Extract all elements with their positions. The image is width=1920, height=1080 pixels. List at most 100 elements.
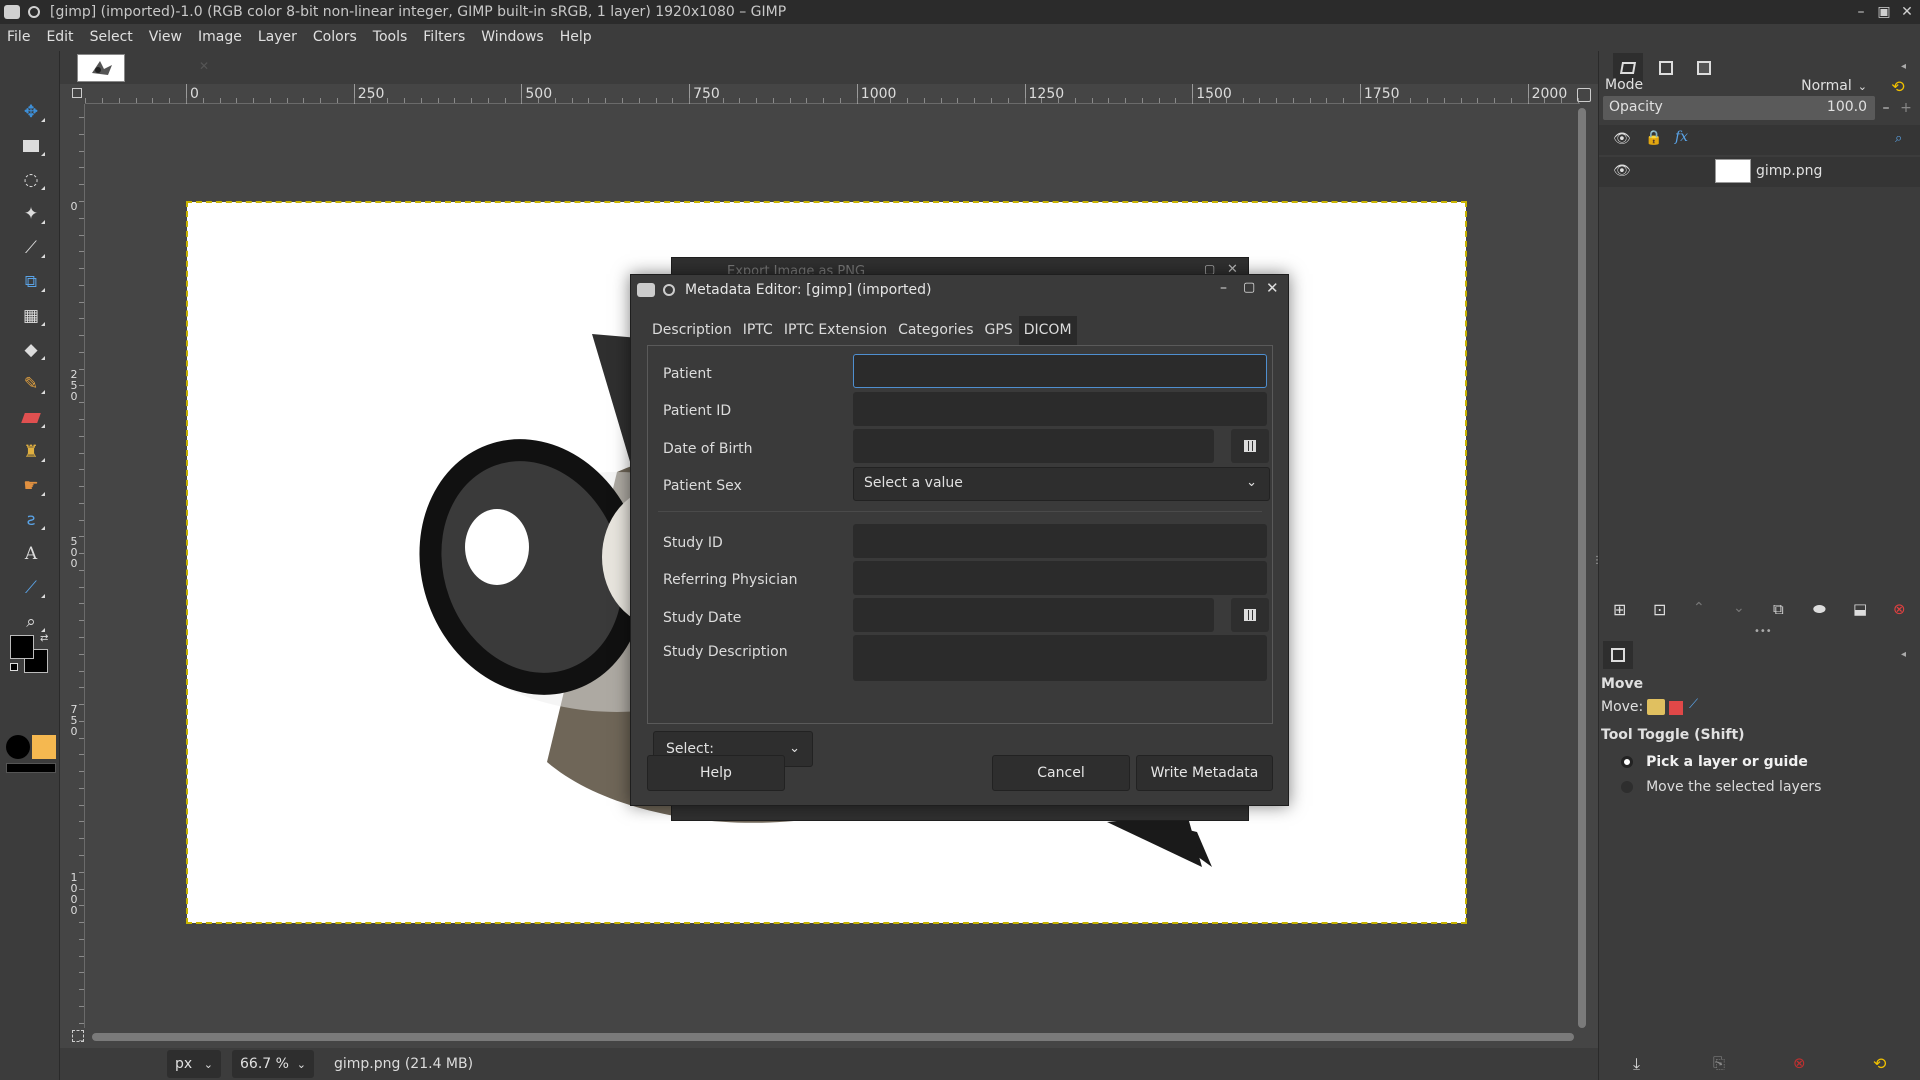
- menu-image[interactable]: Image: [190, 24, 250, 51]
- dialog-minimize-button[interactable]: –: [1220, 280, 1227, 296]
- save-options-icon[interactable]: ⤓: [1633, 1054, 1640, 1074]
- menu-file[interactable]: File: [0, 24, 38, 51]
- paths-tool[interactable]: ƨ: [14, 505, 48, 535]
- move-layer-icon[interactable]: [1647, 699, 1665, 715]
- unit-combo[interactable]: px ⌄: [167, 1050, 221, 1078]
- rect-select-tool[interactable]: [14, 131, 48, 161]
- menu-filters[interactable]: Filters: [415, 24, 473, 51]
- pin-icon[interactable]: [28, 6, 40, 18]
- transform-tool[interactable]: ⧉: [14, 267, 48, 297]
- move-path-icon[interactable]: ⟋: [1689, 697, 1698, 712]
- close-button[interactable]: ✕: [1896, 0, 1918, 24]
- quick-mask-icon[interactable]: [72, 1030, 84, 1042]
- menu-view[interactable]: View: [141, 24, 190, 51]
- layer-search-icon[interactable]: ⌕: [1895, 131, 1902, 146]
- cancel-button[interactable]: Cancel: [992, 755, 1130, 791]
- layer-visibility-icon[interactable]: 👁: [1613, 163, 1631, 179]
- patient-sex-select[interactable]: Select a value ⌄: [853, 467, 1270, 501]
- channels-tab[interactable]: [1651, 53, 1681, 83]
- help-button[interactable]: Help: [647, 755, 785, 791]
- swap-colors-icon[interactable]: ⇄: [40, 633, 48, 644]
- maximize-button[interactable]: ▣: [1873, 0, 1895, 24]
- dock-menu-icon[interactable]: ◂: [1901, 61, 1906, 72]
- radio-pick-layer[interactable]: Pick a layer or guide: [1621, 751, 1808, 770]
- new-group-icon[interactable]: ⊡: [1653, 600, 1666, 619]
- study-date-calendar-button[interactable]: [1231, 598, 1269, 632]
- paths-tab[interactable]: [1689, 53, 1719, 83]
- pattern-preview[interactable]: [32, 735, 56, 759]
- dob-calendar-button[interactable]: [1231, 429, 1269, 463]
- zoom-combo[interactable]: 66.7 % ⌄: [232, 1050, 314, 1078]
- tool-options-tab[interactable]: [1603, 641, 1633, 669]
- anchor-layer-icon[interactable]: ⬬: [1813, 600, 1826, 618]
- menu-layer[interactable]: Layer: [250, 24, 305, 51]
- study-date-input[interactable]: [853, 598, 1214, 632]
- gradient-preview[interactable]: [6, 763, 56, 773]
- opacity-plus-button[interactable]: +: [1897, 96, 1915, 120]
- paintbrush-tool[interactable]: ✎: [14, 369, 48, 399]
- text-tool[interactable]: A: [14, 539, 48, 569]
- raise-layer-icon[interactable]: ⌃: [1693, 600, 1705, 616]
- horizontal-scrollbar[interactable]: [92, 1033, 1574, 1041]
- menu-windows[interactable]: Windows: [473, 24, 552, 51]
- ruler-corner[interactable]: [68, 84, 85, 104]
- lock-icon[interactable]: 🔒: [1645, 130, 1662, 146]
- lower-layer-icon[interactable]: ⌄: [1733, 600, 1745, 616]
- crop-tool[interactable]: ⟋: [14, 233, 48, 263]
- menu-colors[interactable]: Colors: [305, 24, 365, 51]
- tab-categories[interactable]: Categories: [893, 316, 978, 345]
- move-tool[interactable]: ✥: [14, 97, 48, 127]
- layer-row[interactable]: 👁 gimp.png: [1599, 157, 1920, 187]
- tab-description[interactable]: Description: [647, 316, 737, 345]
- color-picker-tool[interactable]: ⟋: [14, 573, 48, 603]
- patient-input[interactable]: [853, 354, 1267, 388]
- study-id-input[interactable]: [853, 524, 1267, 558]
- bucket-fill-tool[interactable]: ◆: [14, 335, 48, 365]
- radio-move-selected[interactable]: Move the selected layers: [1621, 776, 1821, 795]
- dock-split-handle[interactable]: ⋮: [1592, 555, 1602, 571]
- warp-tool[interactable]: ▦: [14, 301, 48, 331]
- layer-name[interactable]: gimp.png: [1756, 163, 1822, 179]
- tab-dicom[interactable]: DICOM: [1018, 316, 1077, 345]
- fuzzy-select-tool[interactable]: ✦: [14, 199, 48, 229]
- vertical-ruler[interactable]: 0 250 500 750 1000: [68, 104, 85, 1041]
- restore-options-icon[interactable]: ⎘: [1713, 1054, 1725, 1072]
- referring-physician-input[interactable]: [853, 561, 1267, 595]
- image-tab-thumbnail[interactable]: [77, 54, 125, 82]
- horizontal-ruler[interactable]: 0 250 500 750 1000 1250 1500 1750 2000: [85, 84, 1580, 104]
- mode-switch-icon[interactable]: ⟲: [1883, 75, 1913, 97]
- dialog-maximize-button[interactable]: ▢: [1243, 280, 1255, 295]
- tab-gps[interactable]: GPS: [980, 316, 1018, 345]
- opacity-slider[interactable]: Opacity 100.0: [1603, 96, 1875, 120]
- delete-options-icon[interactable]: ⊗: [1793, 1054, 1806, 1072]
- study-description-input[interactable]: [853, 635, 1267, 681]
- smudge-tool[interactable]: ☛: [14, 471, 48, 501]
- fx-icon[interactable]: fx: [1675, 129, 1688, 145]
- dock-separator-handle[interactable]: •••: [1754, 626, 1772, 637]
- tab-iptc-extension[interactable]: IPTC Extension: [779, 316, 892, 345]
- dialog-close-button[interactable]: ✕: [1266, 279, 1279, 297]
- patient-id-input[interactable]: [853, 392, 1267, 426]
- visibility-header-icon[interactable]: 👁: [1613, 131, 1631, 147]
- move-selection-icon[interactable]: [1669, 701, 1683, 715]
- date-of-birth-input[interactable]: [853, 429, 1214, 463]
- duplicate-layer-icon[interactable]: ⧉: [1773, 600, 1784, 618]
- write-metadata-button[interactable]: Write Metadata: [1136, 755, 1273, 791]
- merge-layer-icon[interactable]: ⬓: [1853, 600, 1867, 618]
- delete-layer-icon[interactable]: ⊗: [1893, 600, 1906, 618]
- vertical-scrollbar[interactable]: [1578, 108, 1586, 1028]
- dock-menu-icon-2[interactable]: ◂: [1901, 649, 1906, 660]
- reset-colors-icon[interactable]: [10, 663, 18, 671]
- lasso-tool[interactable]: ◌: [14, 165, 48, 195]
- eraser-tool[interactable]: [14, 403, 48, 433]
- tab-iptc[interactable]: IPTC: [738, 316, 778, 345]
- minimize-button[interactable]: –: [1850, 0, 1872, 24]
- navigate-icon[interactable]: [1577, 88, 1591, 102]
- brush-preview[interactable]: [6, 735, 30, 759]
- foreground-color-swatch[interactable]: [10, 635, 34, 659]
- clone-tool[interactable]: ♜: [14, 437, 48, 467]
- image-tab-close-icon[interactable]: ✕: [195, 59, 213, 77]
- reset-options-icon[interactable]: ⟲: [1873, 1054, 1886, 1073]
- opacity-minus-button[interactable]: –: [1877, 96, 1895, 120]
- new-layer-icon[interactable]: ⊞: [1613, 600, 1626, 619]
